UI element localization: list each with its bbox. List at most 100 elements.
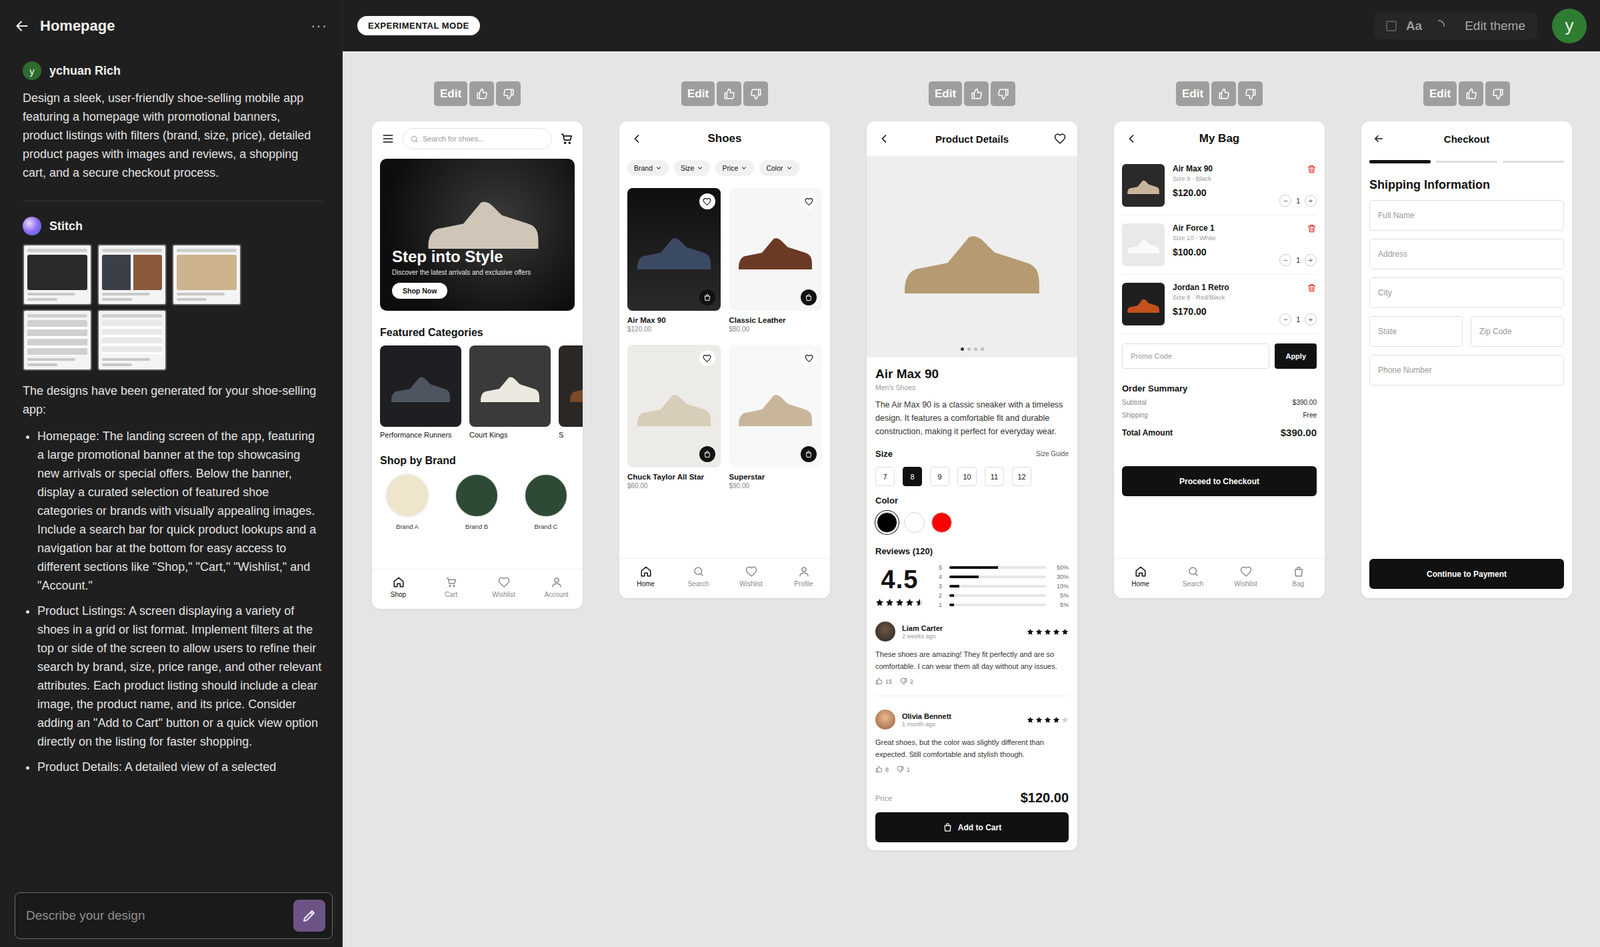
edit-button[interactable]: Edit bbox=[1176, 81, 1210, 106]
like-button[interactable] bbox=[964, 81, 989, 106]
edit-button[interactable]: Edit bbox=[928, 81, 962, 106]
filter-chip[interactable]: Brand bbox=[627, 160, 669, 176]
size-option[interactable]: 7 bbox=[875, 466, 895, 486]
product-card[interactable]: Air Max 90$120.00 bbox=[627, 188, 721, 333]
text-field[interactable]: Address bbox=[1369, 238, 1564, 270]
more-button[interactable]: ··· bbox=[310, 17, 328, 35]
decrease-button[interactable]: − bbox=[1279, 313, 1292, 326]
nav-item[interactable]: Shop bbox=[372, 576, 425, 601]
color-swatch[interactable] bbox=[904, 512, 925, 533]
screen-thumbnail[interactable] bbox=[97, 309, 167, 371]
continue-button[interactable]: Continue to Payment bbox=[1369, 558, 1564, 589]
text-field[interactable]: State bbox=[1369, 316, 1463, 347]
screen-thumbnail[interactable] bbox=[22, 309, 92, 371]
nav-item[interactable]: Search bbox=[1166, 565, 1220, 590]
like-button[interactable] bbox=[1211, 81, 1236, 106]
brand-item[interactable]: Brand C bbox=[524, 473, 568, 530]
add-to-bag-button[interactable] bbox=[800, 289, 817, 306]
gallery-dot[interactable] bbox=[974, 347, 978, 351]
helpful-button[interactable]: 15 bbox=[875, 677, 892, 685]
category-card[interactable]: Court Kings bbox=[469, 345, 551, 439]
color-swatch[interactable] bbox=[931, 512, 952, 533]
text-field[interactable]: Full Name bbox=[1369, 200, 1564, 231]
like-button[interactable] bbox=[716, 81, 742, 106]
dislike-button[interactable] bbox=[1485, 81, 1510, 106]
size-option[interactable]: 10 bbox=[957, 466, 977, 486]
product-card[interactable]: Classic Leather$80.00 bbox=[729, 188, 823, 333]
brand-item[interactable]: Brand A bbox=[385, 473, 430, 530]
menu-icon[interactable] bbox=[381, 132, 395, 146]
back-button[interactable] bbox=[13, 17, 31, 35]
decrease-button[interactable]: − bbox=[1279, 194, 1292, 207]
dislike-button[interactable] bbox=[990, 81, 1016, 106]
gallery-dot[interactable] bbox=[967, 347, 971, 351]
nav-item[interactable]: Account bbox=[530, 576, 583, 601]
size-option[interactable]: 8 bbox=[902, 466, 922, 486]
edit-button[interactable]: Edit bbox=[681, 81, 715, 106]
nav-item[interactable]: Home bbox=[619, 565, 672, 590]
add-to-bag-button[interactable] bbox=[800, 446, 817, 462]
size-option[interactable]: 12 bbox=[1012, 466, 1032, 486]
nav-item[interactable]: Bag bbox=[1272, 565, 1325, 590]
trash-icon[interactable] bbox=[1306, 223, 1317, 234]
category-card[interactable]: Performance Runners bbox=[380, 345, 462, 439]
nav-item[interactable]: Cart bbox=[424, 576, 478, 601]
product-gallery[interactable] bbox=[866, 156, 1078, 358]
dislike-button[interactable] bbox=[743, 81, 768, 106]
heart-icon[interactable] bbox=[1054, 132, 1066, 145]
prompt-input[interactable]: Describe your design bbox=[14, 892, 333, 939]
filter-chip[interactable]: Size bbox=[674, 160, 710, 176]
like-button[interactable] bbox=[469, 81, 494, 106]
back-chevron-icon[interactable] bbox=[877, 132, 891, 146]
like-button[interactable] bbox=[1458, 81, 1484, 106]
nav-item[interactable]: Wishlist bbox=[724, 565, 778, 590]
theme-checkbox[interactable] bbox=[1386, 20, 1397, 32]
promo-banner[interactable]: Step into StyleDiscover the latest arriv… bbox=[380, 158, 575, 311]
gallery-dot[interactable] bbox=[960, 347, 964, 351]
product-card[interactable]: Chuck Taylor All Star$60.00 bbox=[627, 344, 721, 490]
text-field[interactable]: Zip Code bbox=[1470, 316, 1564, 347]
wishlist-button[interactable] bbox=[800, 350, 817, 366]
nav-item[interactable]: Home bbox=[1114, 565, 1167, 590]
size-option[interactable]: 11 bbox=[984, 466, 1004, 486]
increase-button[interactable]: + bbox=[1304, 313, 1317, 326]
dislike-button[interactable] bbox=[1238, 81, 1263, 106]
size-guide-link[interactable]: Size Guide bbox=[1036, 450, 1069, 458]
trash-icon[interactable] bbox=[1306, 282, 1317, 293]
size-option[interactable]: 9 bbox=[930, 466, 950, 486]
apply-button[interactable]: Apply bbox=[1274, 343, 1317, 369]
product-card[interactable]: Superstar$90.00 bbox=[729, 344, 823, 490]
send-button[interactable] bbox=[293, 899, 326, 932]
brand-item[interactable]: Brand B bbox=[454, 473, 499, 530]
screen-thumbnail[interactable] bbox=[172, 244, 242, 306]
add-to-bag-button[interactable] bbox=[699, 289, 716, 306]
nav-item[interactable]: Search bbox=[672, 565, 725, 590]
filter-chip[interactable]: Price bbox=[715, 160, 754, 176]
shop-now-button[interactable]: Shop Now bbox=[392, 282, 448, 299]
edit-theme-button[interactable]: Edit theme bbox=[1464, 18, 1526, 34]
gallery-dot[interactable] bbox=[980, 347, 984, 351]
search-field[interactable]: Search for shoes... bbox=[402, 128, 552, 150]
decrease-button[interactable]: − bbox=[1279, 254, 1292, 266]
wishlist-button[interactable] bbox=[699, 350, 716, 366]
nav-item[interactable]: Wishlist bbox=[477, 576, 530, 601]
category-card[interactable]: S bbox=[558, 345, 583, 439]
checkout-button[interactable]: Proceed to Checkout bbox=[1122, 466, 1317, 496]
color-swatch[interactable] bbox=[876, 512, 898, 533]
cart-icon[interactable] bbox=[560, 132, 574, 146]
screen-thumbnail[interactable] bbox=[22, 244, 92, 306]
edit-button[interactable]: Edit bbox=[434, 81, 468, 106]
font-button[interactable]: Aa bbox=[1406, 18, 1422, 34]
back-chevron-icon[interactable] bbox=[630, 132, 644, 146]
unhelpful-button[interactable]: 2 bbox=[900, 677, 914, 685]
increase-button[interactable]: + bbox=[1304, 194, 1317, 207]
increase-button[interactable]: + bbox=[1304, 254, 1317, 266]
text-field[interactable]: Phone Number bbox=[1369, 354, 1564, 386]
nav-item[interactable]: Profile bbox=[777, 565, 830, 590]
account-avatar[interactable]: y bbox=[1552, 8, 1587, 44]
helpful-button[interactable]: 8 bbox=[875, 765, 889, 773]
trash-icon[interactable] bbox=[1306, 164, 1317, 174]
back-arrow-icon[interactable] bbox=[1372, 132, 1385, 145]
filter-chip[interactable]: Color bbox=[759, 160, 799, 176]
add-to-bag-button[interactable] bbox=[699, 446, 716, 462]
